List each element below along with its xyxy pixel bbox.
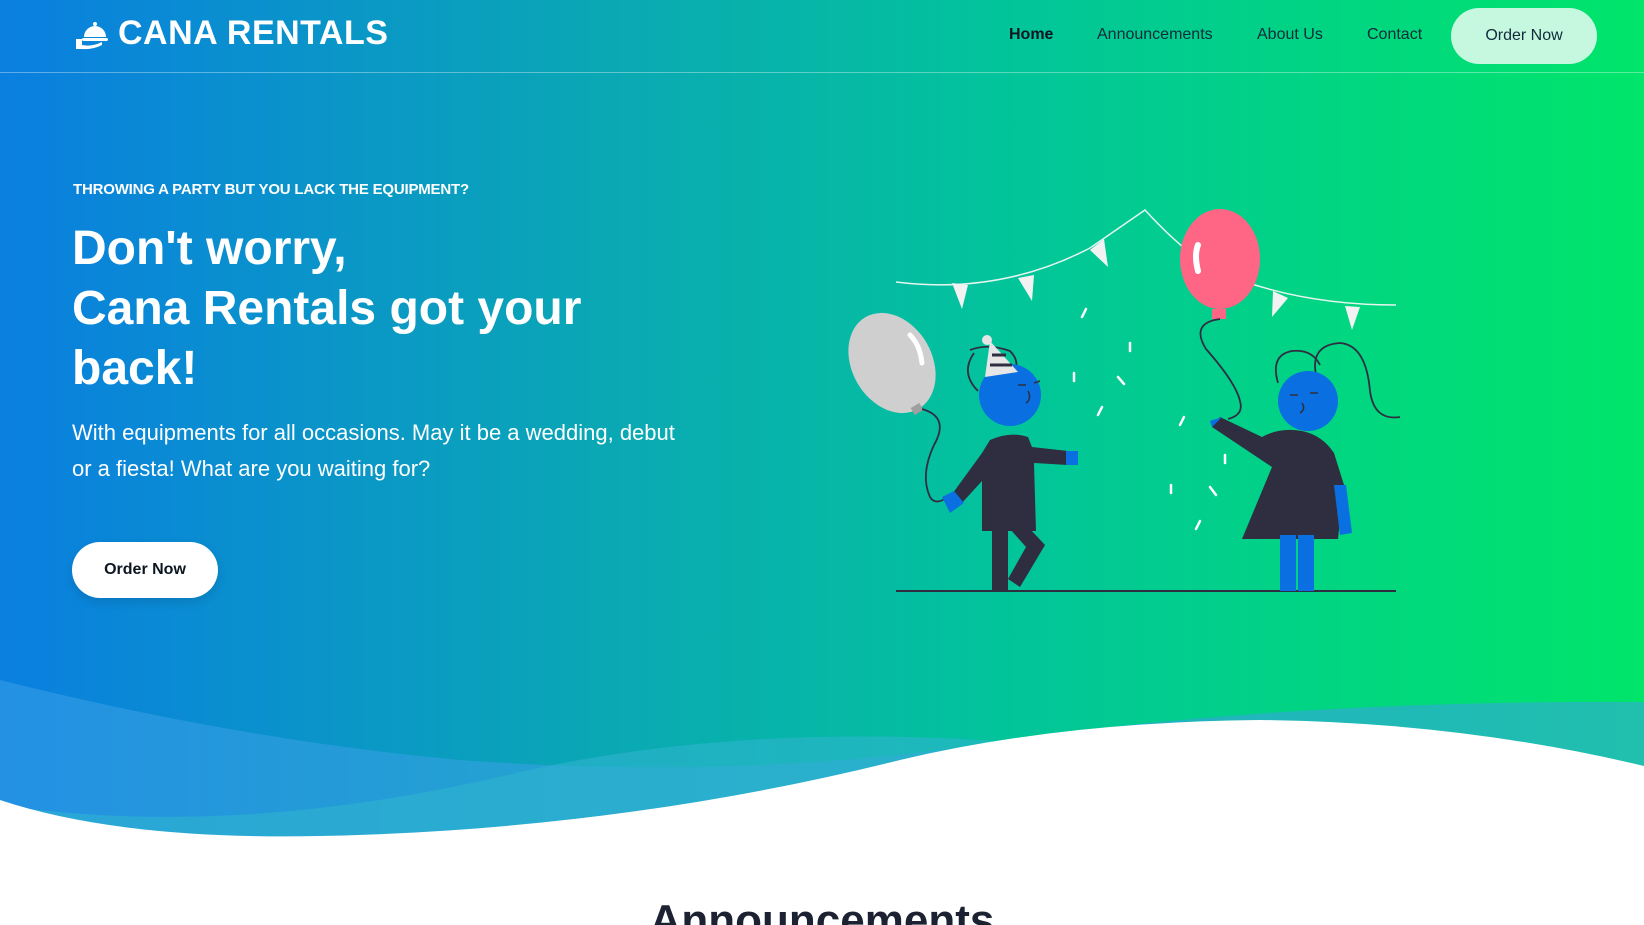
nav-announcements[interactable]: Announcements xyxy=(1097,26,1213,44)
grey-balloon xyxy=(848,312,951,503)
headline-line-1: Don't worry, xyxy=(72,222,347,275)
hero-headline: Don't worry, Cana Rentals got your back! xyxy=(72,219,692,399)
hero-eyebrow: THROWING A PARTY BUT YOU LACK THE EQUIPM… xyxy=(73,181,469,198)
nav-links: Home Announcements About Us Contact xyxy=(0,26,1644,46)
announcements-title: Announcements xyxy=(649,896,995,925)
headline-line-2: Cana Rentals got your xyxy=(72,282,582,335)
nav-about-us[interactable]: About Us xyxy=(1257,26,1323,44)
navbar: CANA RENTALS Home Announcements About Us… xyxy=(0,0,1644,73)
hero-order-now-button[interactable]: Order Now xyxy=(72,542,218,598)
nav-contact[interactable]: Contact xyxy=(1367,26,1422,44)
nav-order-now-button[interactable]: Order Now xyxy=(1451,8,1597,64)
bunting-string xyxy=(895,209,1397,306)
headline-line-3: back! xyxy=(72,342,198,395)
hero-wave-divider xyxy=(0,680,1644,925)
hero-subtext: With equipments for all occasions. May i… xyxy=(72,420,675,481)
party-illustration xyxy=(848,209,1401,592)
bunting-flags xyxy=(952,239,1360,330)
left-party-figure xyxy=(942,335,1078,591)
pink-balloon xyxy=(1180,209,1260,420)
nav-home[interactable]: Home xyxy=(1009,26,1053,44)
hero-section: CANA RENTALS Home Announcements About Us… xyxy=(0,0,1644,925)
right-party-figure xyxy=(1210,342,1401,591)
